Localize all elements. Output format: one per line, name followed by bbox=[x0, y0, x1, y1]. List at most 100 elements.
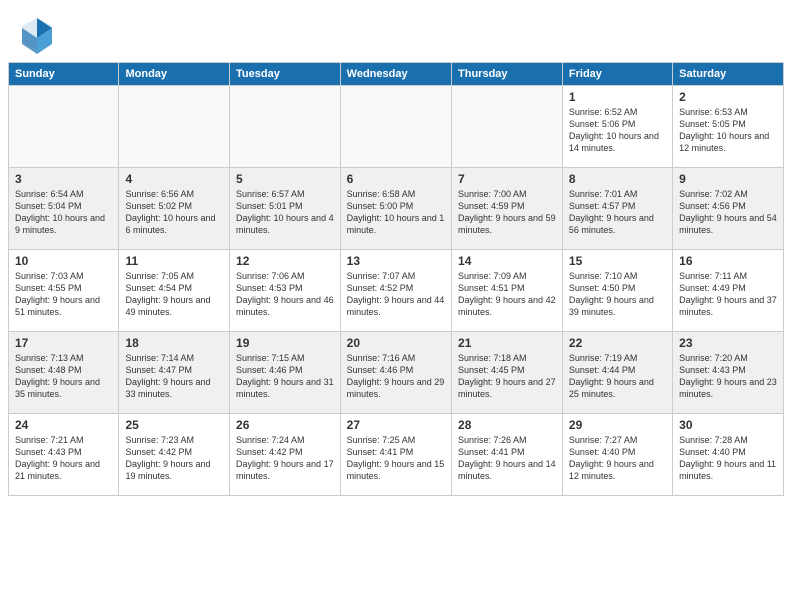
day-number: 26 bbox=[236, 418, 334, 432]
day-info: Sunrise: 7:15 AM Sunset: 4:46 PM Dayligh… bbox=[236, 352, 334, 401]
day-cell: 4 Sunrise: 6:56 AM Sunset: 5:02 PM Daylig… bbox=[119, 168, 230, 250]
day-number: 20 bbox=[347, 336, 445, 350]
day-cell: 2Sunrise: 6:53 AM Sunset: 5:05 PM Daylig… bbox=[673, 86, 784, 168]
page-container: SundayMondayTuesdayWednesdayThursdayFrid… bbox=[0, 0, 792, 504]
header bbox=[0, 0, 792, 62]
day-info: Sunrise: 7:05 AM Sunset: 4:54 PM Dayligh… bbox=[125, 270, 223, 319]
day-cell: 14 Sunrise: 7:09 AM Sunset: 4:51 PM Dayli… bbox=[452, 250, 563, 332]
day-number: 9 bbox=[679, 172, 777, 186]
day-info: Sunrise: 7:11 AM Sunset: 4:49 PM Dayligh… bbox=[679, 270, 777, 319]
day-info: Sunrise: 7:28 AM Sunset: 4:40 PM Dayligh… bbox=[679, 434, 777, 483]
day-info: Sunrise: 6:52 AM Sunset: 5:06 PM Dayligh… bbox=[569, 106, 666, 155]
day-cell: 29 Sunrise: 7:27 AM Sunset: 4:40 PM Dayli… bbox=[562, 414, 672, 496]
day-cell: 10 Sunrise: 7:03 AM Sunset: 4:55 PM Dayli… bbox=[9, 250, 119, 332]
weekday-header-wednesday: Wednesday bbox=[340, 63, 451, 86]
day-cell: 20 Sunrise: 7:16 AM Sunset: 4:46 PM Dayli… bbox=[340, 332, 451, 414]
calendar-week-2: 3 Sunrise: 6:54 AM Sunset: 5:04 PM Daylig… bbox=[9, 168, 784, 250]
day-number: 29 bbox=[569, 418, 666, 432]
day-cell: 25 Sunrise: 7:23 AM Sunset: 4:42 PM Dayli… bbox=[119, 414, 230, 496]
day-number: 18 bbox=[125, 336, 223, 350]
day-info: Sunrise: 7:02 AM Sunset: 4:56 PM Dayligh… bbox=[679, 188, 777, 237]
day-cell: 18 Sunrise: 7:14 AM Sunset: 4:47 PM Dayli… bbox=[119, 332, 230, 414]
day-number: 16 bbox=[679, 254, 777, 268]
day-number: 30 bbox=[679, 418, 777, 432]
day-number: 3 bbox=[15, 172, 112, 186]
weekday-header-saturday: Saturday bbox=[673, 63, 784, 86]
day-number: 4 bbox=[125, 172, 223, 186]
weekday-header-friday: Friday bbox=[562, 63, 672, 86]
day-cell bbox=[119, 86, 230, 168]
day-number: 8 bbox=[569, 172, 666, 186]
day-number: 19 bbox=[236, 336, 334, 350]
day-number: 14 bbox=[458, 254, 556, 268]
calendar-outer: SundayMondayTuesdayWednesdayThursdayFrid… bbox=[0, 62, 792, 504]
day-number: 5 bbox=[236, 172, 334, 186]
day-cell: 21 Sunrise: 7:18 AM Sunset: 4:45 PM Dayli… bbox=[452, 332, 563, 414]
day-cell bbox=[340, 86, 451, 168]
day-number: 24 bbox=[15, 418, 112, 432]
day-cell: 3 Sunrise: 6:54 AM Sunset: 5:04 PM Daylig… bbox=[9, 168, 119, 250]
day-cell: 6 Sunrise: 6:58 AM Sunset: 5:00 PM Daylig… bbox=[340, 168, 451, 250]
weekday-header-sunday: Sunday bbox=[9, 63, 119, 86]
day-info: Sunrise: 7:25 AM Sunset: 4:41 PM Dayligh… bbox=[347, 434, 445, 483]
day-info: Sunrise: 7:18 AM Sunset: 4:45 PM Dayligh… bbox=[458, 352, 556, 401]
day-cell bbox=[452, 86, 563, 168]
day-number: 22 bbox=[569, 336, 666, 350]
day-info: Sunrise: 6:58 AM Sunset: 5:00 PM Dayligh… bbox=[347, 188, 445, 237]
day-info: Sunrise: 7:23 AM Sunset: 4:42 PM Dayligh… bbox=[125, 434, 223, 483]
day-number: 23 bbox=[679, 336, 777, 350]
day-number: 27 bbox=[347, 418, 445, 432]
day-number: 15 bbox=[569, 254, 666, 268]
day-info: Sunrise: 7:01 AM Sunset: 4:57 PM Dayligh… bbox=[569, 188, 666, 237]
day-info: Sunrise: 7:19 AM Sunset: 4:44 PM Dayligh… bbox=[569, 352, 666, 401]
day-cell: 23Sunrise: 7:20 AM Sunset: 4:43 PM Dayli… bbox=[673, 332, 784, 414]
day-number: 25 bbox=[125, 418, 223, 432]
weekday-header-monday: Monday bbox=[119, 63, 230, 86]
day-cell: 17 Sunrise: 7:13 AM Sunset: 4:48 PM Dayli… bbox=[9, 332, 119, 414]
day-number: 13 bbox=[347, 254, 445, 268]
day-cell: 5 Sunrise: 6:57 AM Sunset: 5:01 PM Daylig… bbox=[230, 168, 341, 250]
day-info: Sunrise: 6:53 AM Sunset: 5:05 PM Dayligh… bbox=[679, 106, 777, 155]
day-info: Sunrise: 6:57 AM Sunset: 5:01 PM Dayligh… bbox=[236, 188, 334, 237]
day-info: Sunrise: 7:03 AM Sunset: 4:55 PM Dayligh… bbox=[15, 270, 112, 319]
day-cell bbox=[9, 86, 119, 168]
day-number: 28 bbox=[458, 418, 556, 432]
day-info: Sunrise: 6:54 AM Sunset: 5:04 PM Dayligh… bbox=[15, 188, 112, 237]
calendar-week-4: 17 Sunrise: 7:13 AM Sunset: 4:48 PM Dayli… bbox=[9, 332, 784, 414]
calendar-week-1: 1 Sunrise: 6:52 AM Sunset: 5:06 PM Daylig… bbox=[9, 86, 784, 168]
day-number: 1 bbox=[569, 90, 666, 104]
day-cell: 26Sunrise: 7:24 AM Sunset: 4:42 PM Dayli… bbox=[230, 414, 341, 496]
day-cell: 15 Sunrise: 7:10 AM Sunset: 4:50 PM Dayli… bbox=[562, 250, 672, 332]
logo bbox=[20, 16, 54, 54]
day-cell bbox=[230, 86, 341, 168]
day-number: 10 bbox=[15, 254, 112, 268]
day-cell: 19 Sunrise: 7:15 AM Sunset: 4:46 PM Dayli… bbox=[230, 332, 341, 414]
day-info: Sunrise: 6:56 AM Sunset: 5:02 PM Dayligh… bbox=[125, 188, 223, 237]
day-cell: 8 Sunrise: 7:01 AM Sunset: 4:57 PM Daylig… bbox=[562, 168, 672, 250]
weekday-header-row: SundayMondayTuesdayWednesdayThursdayFrid… bbox=[9, 63, 784, 86]
day-info: Sunrise: 7:00 AM Sunset: 4:59 PM Dayligh… bbox=[458, 188, 556, 237]
day-info: Sunrise: 7:14 AM Sunset: 4:47 PM Dayligh… bbox=[125, 352, 223, 401]
day-cell: 22 Sunrise: 7:19 AM Sunset: 4:44 PM Dayli… bbox=[562, 332, 672, 414]
day-number: 21 bbox=[458, 336, 556, 350]
day-cell: 12 Sunrise: 7:06 AM Sunset: 4:53 PM Dayli… bbox=[230, 250, 341, 332]
day-info: Sunrise: 7:16 AM Sunset: 4:46 PM Dayligh… bbox=[347, 352, 445, 401]
day-info: Sunrise: 7:13 AM Sunset: 4:48 PM Dayligh… bbox=[15, 352, 112, 401]
day-info: Sunrise: 7:06 AM Sunset: 4:53 PM Dayligh… bbox=[236, 270, 334, 319]
day-cell: 11Sunrise: 7:05 AM Sunset: 4:54 PM Dayli… bbox=[119, 250, 230, 332]
calendar-week-3: 10 Sunrise: 7:03 AM Sunset: 4:55 PM Dayli… bbox=[9, 250, 784, 332]
day-cell: 13Sunrise: 7:07 AM Sunset: 4:52 PM Dayli… bbox=[340, 250, 451, 332]
day-cell: 9 Sunrise: 7:02 AM Sunset: 4:56 PM Daylig… bbox=[673, 168, 784, 250]
day-info: Sunrise: 7:27 AM Sunset: 4:40 PM Dayligh… bbox=[569, 434, 666, 483]
day-number: 6 bbox=[347, 172, 445, 186]
calendar-week-5: 24Sunrise: 7:21 AM Sunset: 4:43 PM Dayli… bbox=[9, 414, 784, 496]
day-info: Sunrise: 7:10 AM Sunset: 4:50 PM Dayligh… bbox=[569, 270, 666, 319]
day-info: Sunrise: 7:09 AM Sunset: 4:51 PM Dayligh… bbox=[458, 270, 556, 319]
calendar-table: SundayMondayTuesdayWednesdayThursdayFrid… bbox=[8, 62, 784, 496]
day-info: Sunrise: 7:26 AM Sunset: 4:41 PM Dayligh… bbox=[458, 434, 556, 483]
day-cell: 1 Sunrise: 6:52 AM Sunset: 5:06 PM Daylig… bbox=[562, 86, 672, 168]
day-number: 17 bbox=[15, 336, 112, 350]
day-cell: 7Sunrise: 7:00 AM Sunset: 4:59 PM Daylig… bbox=[452, 168, 563, 250]
calendar-header: SundayMondayTuesdayWednesdayThursdayFrid… bbox=[9, 63, 784, 86]
day-number: 12 bbox=[236, 254, 334, 268]
